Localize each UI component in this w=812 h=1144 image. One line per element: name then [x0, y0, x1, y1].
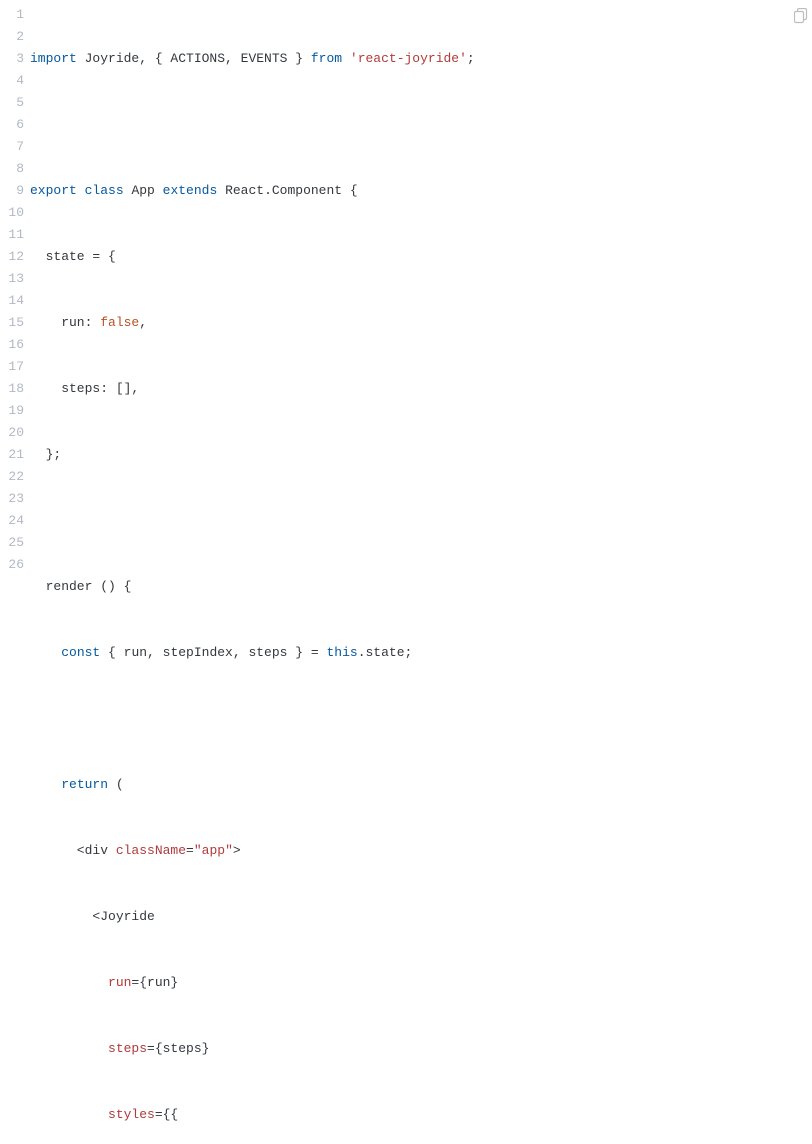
- code-token: React.Component {: [217, 183, 357, 198]
- code-token: <div: [30, 843, 116, 858]
- line-number: 23: [0, 488, 24, 510]
- line-number: 11: [0, 224, 24, 246]
- line-number: 7: [0, 136, 24, 158]
- line-number: 9: [0, 180, 24, 202]
- code-token: [30, 1107, 108, 1122]
- code-token: const: [61, 645, 100, 660]
- copy-icon[interactable]: [794, 8, 808, 24]
- line-number: 15: [0, 312, 24, 334]
- code-token: false: [100, 315, 139, 330]
- line-number-gutter: 1234567891011121314151617181920212223242…: [0, 4, 30, 1144]
- code-token: "app": [194, 843, 233, 858]
- line-number: 3: [0, 48, 24, 70]
- line-number: 1: [0, 4, 24, 26]
- line-number: 12: [0, 246, 24, 268]
- line-number: 16: [0, 334, 24, 356]
- line-number: 8: [0, 158, 24, 180]
- line-number: 25: [0, 532, 24, 554]
- line-number: 22: [0, 466, 24, 488]
- code-token: Joyride, { ACTIONS, EVENTS }: [77, 51, 311, 66]
- code-block: 1234567891011121314151617181920212223242…: [0, 0, 812, 1144]
- line-number: 2: [0, 26, 24, 48]
- line-number: 10: [0, 202, 24, 224]
- line-number: 26: [0, 554, 24, 576]
- code-token: [30, 975, 108, 990]
- code-token: render () {: [30, 579, 131, 594]
- line-number: 24: [0, 510, 24, 532]
- code-token: styles: [108, 1107, 155, 1122]
- code-token: App: [124, 183, 163, 198]
- line-number: 14: [0, 290, 24, 312]
- code-token: .state;: [358, 645, 413, 660]
- code-token: steps: [108, 1041, 147, 1056]
- line-number: 4: [0, 70, 24, 92]
- code-token: [30, 645, 61, 660]
- code-token: [342, 51, 350, 66]
- line-number: 21: [0, 444, 24, 466]
- code-token: extends: [163, 183, 218, 198]
- code-token: (: [108, 777, 124, 792]
- code-token: this: [326, 645, 357, 660]
- code-token: state = {: [30, 249, 116, 264]
- code-token: return: [61, 777, 108, 792]
- line-number: 13: [0, 268, 24, 290]
- code-token: =: [186, 843, 194, 858]
- line-number: 5: [0, 92, 24, 114]
- code-token: import: [30, 51, 77, 66]
- code-token: [77, 183, 85, 198]
- code-token: <Joyride: [30, 909, 155, 924]
- line-number: 6: [0, 114, 24, 136]
- code-token: };: [30, 447, 61, 462]
- code-token: from: [311, 51, 342, 66]
- line-number: 19: [0, 400, 24, 422]
- code-token: 'react-joyride': [350, 51, 467, 66]
- line-number: 17: [0, 356, 24, 378]
- code-token: ,: [139, 315, 147, 330]
- code-token: ={{: [155, 1107, 178, 1122]
- line-number: 20: [0, 422, 24, 444]
- code-token: export: [30, 183, 77, 198]
- code-token: ;: [467, 51, 475, 66]
- code-token: steps: [],: [30, 381, 139, 396]
- code-token: ={steps}: [147, 1041, 209, 1056]
- line-number: 18: [0, 378, 24, 400]
- code-token: >: [233, 843, 241, 858]
- code-content[interactable]: import Joyride, { ACTIONS, EVENTS } from…: [30, 4, 812, 1144]
- code-token: className: [116, 843, 186, 858]
- code-token: class: [85, 183, 124, 198]
- code-token: { run, stepIndex, steps } =: [100, 645, 326, 660]
- code-token: run: [108, 975, 131, 990]
- code-token: [30, 1041, 108, 1056]
- code-token: ={run}: [131, 975, 178, 990]
- code-token: [30, 777, 61, 792]
- code-token: run:: [30, 315, 100, 330]
